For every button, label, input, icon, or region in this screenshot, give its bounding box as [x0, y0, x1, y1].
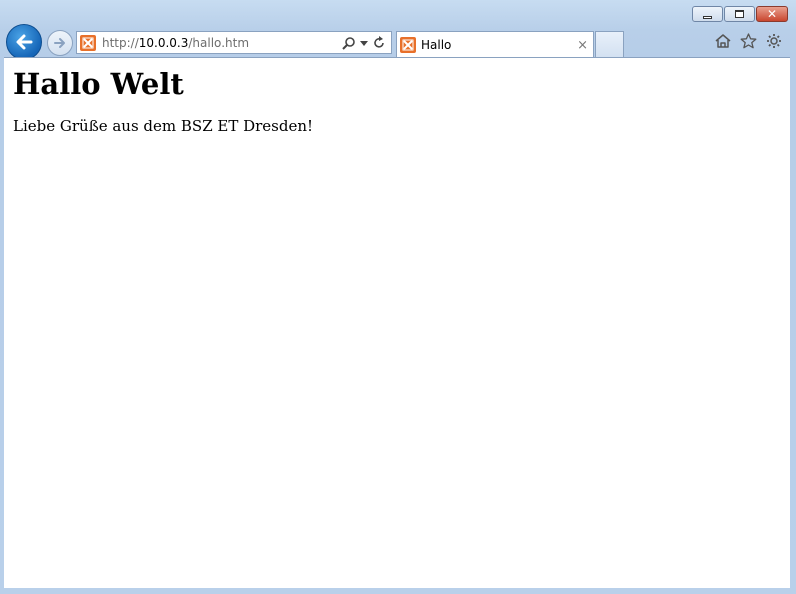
restore-icon — [735, 10, 744, 18]
search-icon[interactable] — [342, 36, 356, 50]
window-controls: ✕ — [692, 6, 788, 22]
url-text[interactable]: http://10.0.0.3/hallo.htm — [102, 36, 249, 50]
minimize-icon — [703, 15, 712, 19]
back-button[interactable] — [6, 24, 42, 60]
gear-icon[interactable] — [766, 33, 782, 49]
forward-arrow-icon — [54, 38, 65, 48]
forward-button[interactable] — [47, 30, 73, 56]
xampp-icon — [80, 34, 96, 51]
xampp-icon — [400, 37, 416, 53]
url-host: 10.0.0.3 — [138, 35, 189, 50]
page-paragraph: Liebe Grüße aus dem BSZ ET Dresden! — [13, 117, 314, 135]
browser-window: ✕ http://10.0.0.3/hallo.htm Hallo × Hall… — [0, 0, 796, 594]
page-content: Hallo Welt Liebe Grüße aus dem BSZ ET Dr… — [4, 57, 790, 588]
restore-button[interactable] — [724, 6, 755, 22]
address-bar[interactable]: http://10.0.0.3/hallo.htm — [76, 31, 392, 54]
url-path: /hallo.htm — [188, 35, 250, 50]
page-heading: Hallo Welt — [13, 67, 184, 101]
star-icon[interactable] — [740, 33, 757, 49]
tab-hallo[interactable]: Hallo × — [396, 31, 594, 58]
close-icon: ✕ — [766, 7, 778, 21]
new-tab-button[interactable] — [595, 31, 624, 57]
tab-close-icon[interactable]: × — [577, 38, 588, 53]
tab-title: Hallo — [421, 38, 452, 52]
command-icons — [715, 33, 782, 49]
refresh-icon[interactable] — [372, 35, 386, 50]
close-window-button[interactable]: ✕ — [756, 6, 788, 22]
back-arrow-icon — [16, 34, 33, 50]
url-prefix: http:// — [102, 35, 139, 50]
home-icon[interactable] — [715, 33, 731, 49]
minimize-button[interactable] — [692, 6, 723, 22]
address-tools — [342, 35, 386, 50]
chevron-down-icon[interactable] — [360, 39, 368, 47]
